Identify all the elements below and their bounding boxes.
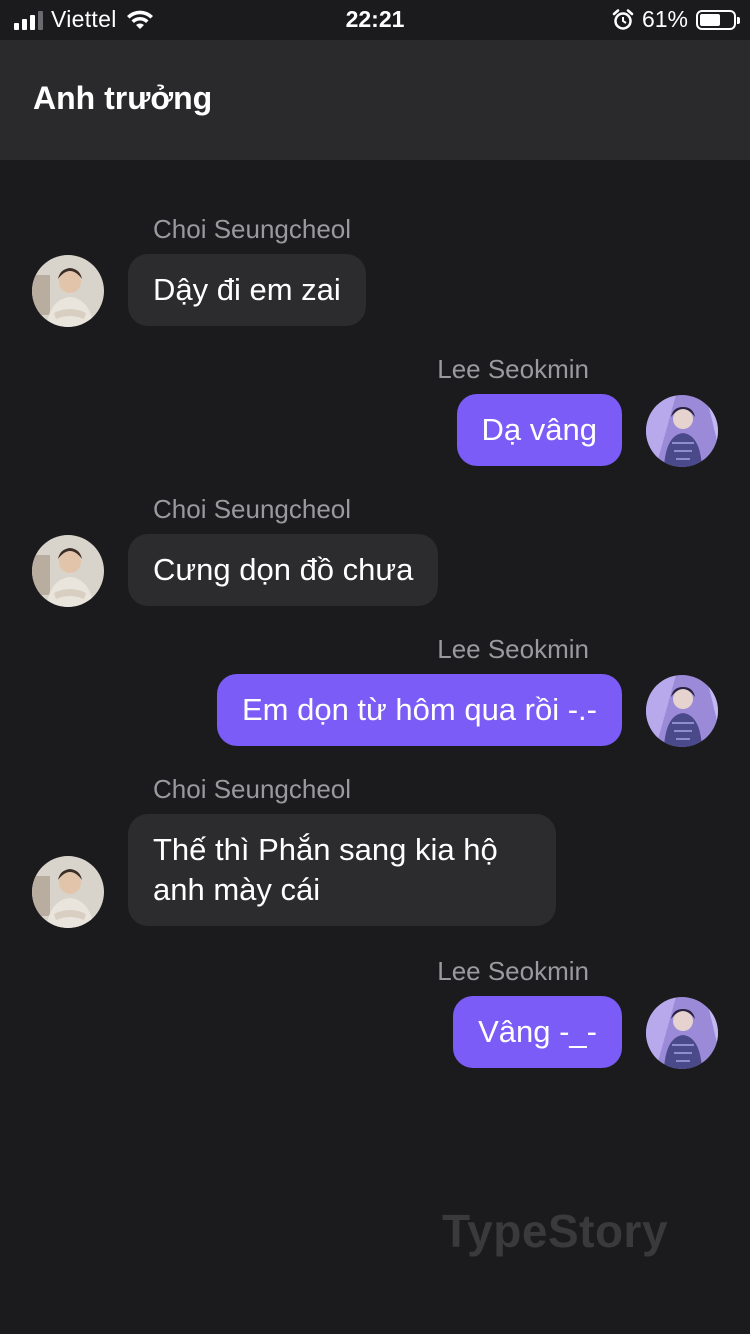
message-bubble-outgoing[interactable]: Vâng -_- bbox=[453, 996, 622, 1068]
sender-name: Lee Seokmin bbox=[437, 956, 589, 986]
avatar-lee-seokmin[interactable] bbox=[646, 395, 718, 467]
avatar-lee-seokmin[interactable] bbox=[646, 997, 718, 1069]
battery-fill bbox=[700, 13, 720, 26]
avatar-choi-seungcheol[interactable] bbox=[32, 535, 104, 607]
avatar-choi-seungcheol[interactable] bbox=[32, 856, 104, 928]
sender-name: Lee Seokmin bbox=[437, 354, 589, 384]
sender-name: Choi Seungcheol bbox=[153, 494, 352, 524]
chat-header: Anh trưởng bbox=[0, 40, 750, 160]
chat-screen: Viettel 22:21 61% Anh trưởng Choi Seungc… bbox=[0, 0, 750, 1334]
message-bubble-incoming[interactable]: Cưng dọn đồ chưa bbox=[128, 534, 439, 606]
alarm-clock-icon bbox=[612, 8, 634, 30]
sender-name: Choi Seungcheol bbox=[153, 774, 352, 804]
battery-percent: 61% bbox=[641, 6, 688, 32]
sender-name: Lee Seokmin bbox=[437, 634, 589, 664]
message-bubble-outgoing[interactable]: Em dọn từ hôm qua rồi -.- bbox=[216, 674, 622, 746]
message-bubble-incoming[interactable]: Dậy đi em zai bbox=[128, 254, 366, 326]
status-right: 61% bbox=[612, 6, 740, 33]
battery-icon bbox=[696, 9, 740, 30]
avatar-lee-seokmin[interactable] bbox=[646, 675, 718, 747]
sender-name: Choi Seungcheol bbox=[153, 214, 352, 244]
avatar-choi-seungcheol[interactable] bbox=[32, 255, 104, 327]
chat-title: Anh trưởng bbox=[33, 80, 213, 116]
status-bar: Viettel 22:21 61% bbox=[0, 0, 750, 40]
message-bubble-outgoing[interactable]: Dạ vâng bbox=[456, 394, 622, 466]
message-bubble-incoming[interactable]: Thế thì Phắn sang kia hộ anh mày cái bbox=[128, 814, 556, 926]
watermark-logo: TypeStory bbox=[442, 1205, 669, 1257]
